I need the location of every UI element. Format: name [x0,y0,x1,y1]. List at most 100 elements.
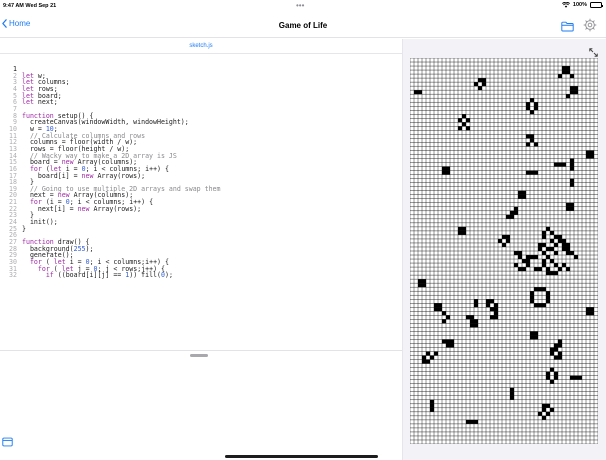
live-cell [546,411,550,416]
gear-icon [583,18,597,32]
live-cell [438,303,442,308]
files-button[interactable] [561,19,574,37]
live-cell [522,267,526,272]
console-toggle-button[interactable] [2,434,13,452]
live-cell [458,126,462,131]
live-cell [518,190,522,195]
live-cell [526,170,530,175]
live-cell [546,371,550,376]
console-drag-handle[interactable] [190,354,208,357]
live-cell [574,255,578,260]
expand-arrows-icon [589,48,598,57]
live-cell [590,154,594,159]
live-cell [554,355,558,360]
live-cell [562,246,566,251]
live-cell [482,78,486,83]
game-of-life-canvas[interactable] [410,58,598,444]
live-cell [526,255,530,260]
live-cell [534,267,538,272]
live-cell [518,194,522,199]
page-title: Game of Life [278,21,328,30]
live-cell [474,299,478,304]
live-cell [550,230,554,235]
live-cell [490,299,494,304]
live-cell [530,291,534,296]
live-cell [478,86,482,91]
live-cell [434,303,438,308]
live-cell [566,70,570,75]
live-cell [558,355,562,360]
code-line: 1 [0,66,402,73]
live-cell [542,259,546,264]
live-cell [562,238,566,243]
live-cell [530,170,534,175]
code-editor[interactable]: 1 2 let w; 3 let columns; 4 let rows; 5 let boar… [0,66,402,279]
live-cell [558,339,562,344]
live-cell [446,339,450,344]
live-cell [526,263,530,268]
live-cell [422,283,426,288]
live-cell [418,279,422,284]
live-cell [570,162,574,167]
console-divider [0,350,402,351]
live-cell [474,323,478,328]
live-cell [562,66,566,71]
live-cell [550,271,554,276]
live-cell [446,166,450,171]
live-cell [486,299,490,304]
code-line: 3 let columns; [0,79,402,86]
live-cell [570,86,574,91]
live-cell [494,311,498,316]
code-fade [0,335,402,351]
live-cell [458,226,462,231]
code-line: 6 let next; [0,99,402,106]
live-cell [534,106,538,111]
live-cell [494,315,498,320]
folder-icon [561,21,574,32]
live-cell [566,251,570,256]
settings-button[interactable] [583,18,597,37]
live-cell [534,287,538,292]
live-cell [538,242,542,247]
live-cell [486,303,490,308]
live-cell [562,162,566,167]
live-cell [546,271,550,276]
live-cell [566,242,570,247]
live-cell [490,315,494,320]
live-cell [542,230,546,235]
live-cell [586,311,590,316]
live-cell [530,255,534,260]
live-cell [474,419,478,424]
live-cell [550,347,554,352]
line-number: 4 [13,84,17,93]
live-cell [554,347,558,352]
live-cell [526,134,530,139]
live-cell [550,259,554,264]
live-cell [546,246,550,251]
live-cell [530,134,534,139]
live-cell [534,255,538,260]
live-cell [482,82,486,87]
live-cell [430,399,434,404]
live-cell [546,267,550,272]
live-cell [554,242,558,247]
battery-percent: 100% [572,2,587,8]
live-cell [490,307,494,312]
code-text: board[i] = new Array(rows); [22,171,146,180]
live-cell [518,255,522,260]
live-cell [442,319,446,324]
live-cell [538,267,542,272]
live-cell [550,379,554,384]
live-cell [554,234,558,239]
live-cell [550,407,554,412]
multitasking-dots[interactable]: ••• [296,1,304,10]
live-cell [494,303,498,308]
live-cell [550,351,554,356]
code-text: next[i] = new Array(rows); [22,204,142,213]
live-cell [566,94,570,99]
live-cell [526,102,530,107]
live-cell [546,291,550,296]
live-cell [570,182,574,187]
file-tab-sketch-js[interactable]: sketch.js [0,39,402,54]
live-cell [558,343,562,348]
